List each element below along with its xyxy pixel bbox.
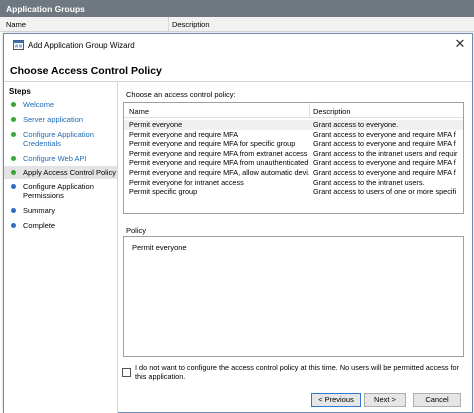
close-icon[interactable]: ✕ bbox=[452, 36, 468, 52]
policy-row[interactable]: Permit everyone and require MFA Grant ac… bbox=[124, 130, 463, 140]
skip-policy-label: I do not want to configure the access co… bbox=[135, 363, 460, 381]
step-complete-icon bbox=[11, 132, 16, 137]
policy-name: Permit everyone and require MFA for spec… bbox=[129, 139, 296, 149]
step-complete-icon bbox=[11, 117, 16, 122]
policy-name: Permit everyone for intranet access bbox=[129, 177, 244, 187]
step-configure-application-permissions: Configure Application Permissions bbox=[4, 182, 117, 200]
application-groups-title: Application Groups bbox=[0, 0, 474, 17]
step-server-application[interactable]: Server application bbox=[4, 115, 117, 124]
policy-description: Grant access to the intranet users. bbox=[313, 177, 425, 187]
wizard-title: Add Application Group Wizard bbox=[28, 41, 135, 50]
column-divider bbox=[309, 103, 310, 118]
page-title: Choose Access Control Policy bbox=[10, 65, 162, 77]
access-control-policy-list[interactable]: Name Description Permit everyone Grant a… bbox=[123, 102, 464, 214]
policy-name: Permit everyone and require MFA, allow a… bbox=[129, 168, 309, 177]
policy-row[interactable]: Permit everyone and require MFA from una… bbox=[124, 158, 463, 168]
wizard-titlebar: Add Application Group Wizard ✕ bbox=[4, 34, 472, 56]
step-label: Configure Web API bbox=[23, 154, 87, 163]
step-label: Configure Application Permissions bbox=[23, 182, 94, 200]
policy-list-header: Name Description bbox=[124, 103, 463, 118]
step-current-icon bbox=[11, 170, 16, 175]
step-label: Summary bbox=[23, 206, 56, 215]
step-pending-icon bbox=[11, 208, 16, 213]
policy-detail-box: Permit everyone bbox=[123, 236, 464, 357]
step-label: Apply Access Control Policy bbox=[23, 168, 116, 177]
policy-description: Grant access to everyone. bbox=[313, 120, 399, 129]
policy-description: Grant access to everyone and require MFA… bbox=[313, 168, 456, 177]
application-groups-list-header: Name Description bbox=[0, 17, 474, 32]
column-header-name[interactable]: Name bbox=[6, 20, 26, 29]
policy-row[interactable]: Permit everyone and require MFA from ext… bbox=[124, 149, 463, 159]
steps-divider bbox=[117, 82, 118, 413]
step-apply-access-control-policy[interactable]: Apply Access Control Policy bbox=[4, 166, 117, 179]
policy-name: Permit everyone bbox=[129, 120, 183, 129]
policy-description: Grant access to everyone and require MFA… bbox=[313, 158, 456, 168]
policy-description: Grant access to the intranet users and r… bbox=[313, 148, 458, 158]
step-label: Configure Application Credentials bbox=[23, 130, 94, 148]
policy-row[interactable]: Permit everyone and require MFA for spec… bbox=[124, 139, 463, 149]
policy-row[interactable]: Permit everyone and require MFA, allow a… bbox=[124, 168, 463, 178]
skip-policy-checkbox[interactable] bbox=[122, 368, 131, 377]
step-summary: Summary bbox=[4, 206, 117, 215]
step-complete-icon bbox=[11, 156, 16, 161]
policy-description: Grant access to everyone and require MFA… bbox=[313, 139, 456, 149]
step-welcome[interactable]: Welcome bbox=[4, 100, 117, 109]
policy-description: Grant access to everyone and require MFA… bbox=[313, 129, 456, 139]
previous-button[interactable]: < Previous bbox=[311, 393, 361, 407]
step-pending-icon bbox=[11, 184, 16, 189]
column-header-description[interactable]: Description bbox=[313, 107, 351, 116]
policy-name: Permit specific group bbox=[129, 187, 198, 197]
policy-description: Grant access to users of one or more spe… bbox=[313, 187, 457, 197]
cancel-button[interactable]: Cancel bbox=[413, 393, 461, 407]
steps-pane: Steps Welcome Server application Configu… bbox=[4, 82, 117, 413]
policy-row[interactable]: Permit specific group Grant access to us… bbox=[124, 187, 463, 197]
policy-name: Permit everyone and require MFA from ext… bbox=[129, 148, 308, 158]
next-button[interactable]: Next > bbox=[364, 393, 406, 407]
step-label: Server application bbox=[23, 115, 84, 124]
step-complete-icon bbox=[11, 102, 16, 107]
step-configure-application-credentials[interactable]: Configure Application Credentials bbox=[4, 130, 117, 148]
policy-name: Permit everyone and require MFA from una… bbox=[129, 158, 309, 168]
step-complete: Complete bbox=[4, 221, 117, 230]
policy-list-label: Choose an access control policy: bbox=[126, 90, 236, 99]
policy-detail-label: Policy bbox=[126, 226, 147, 235]
policy-detail-text: Permit everyone bbox=[132, 243, 187, 252]
application-group-icon bbox=[13, 40, 24, 50]
column-header-name[interactable]: Name bbox=[129, 107, 149, 116]
step-configure-web-api[interactable]: Configure Web API bbox=[4, 154, 117, 163]
step-pending-icon bbox=[11, 223, 16, 228]
column-divider bbox=[168, 17, 169, 32]
step-label: Welcome bbox=[23, 100, 55, 109]
step-label: Complete bbox=[23, 221, 56, 230]
policy-row[interactable]: Permit everyone for intranet access Gran… bbox=[124, 178, 463, 188]
steps-heading: Steps bbox=[9, 87, 31, 96]
column-header-description[interactable]: Description bbox=[172, 20, 210, 29]
policy-name: Permit everyone and require MFA bbox=[129, 129, 239, 139]
policy-row[interactable]: Permit everyone Grant access to everyone… bbox=[124, 120, 463, 130]
